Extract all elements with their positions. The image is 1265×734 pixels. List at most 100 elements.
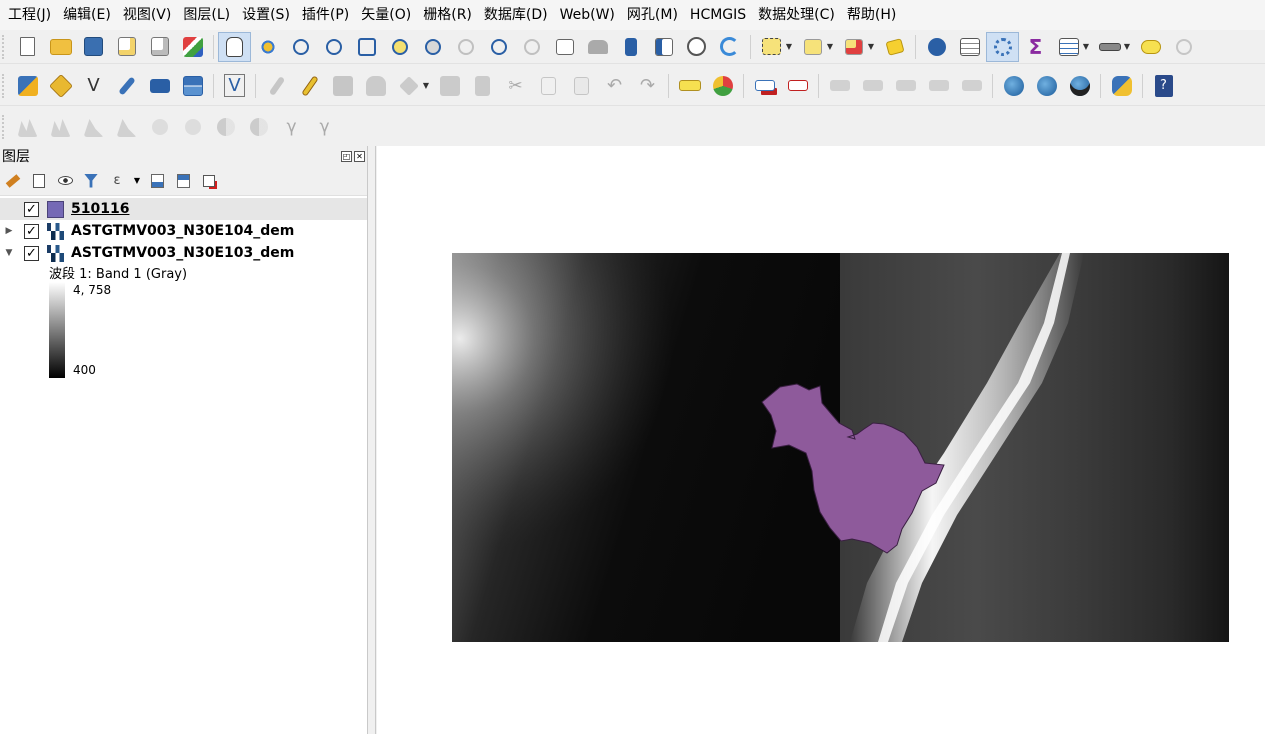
zoom-native-resolution-button[interactable] bbox=[449, 32, 482, 62]
menu-plugins[interactable]: 插件(P) bbox=[298, 0, 357, 30]
add-group-button[interactable] bbox=[28, 170, 50, 192]
zoom-out-button[interactable] bbox=[317, 32, 350, 62]
new-print-layout-button[interactable] bbox=[110, 32, 143, 62]
open-project-button[interactable] bbox=[44, 32, 77, 62]
current-edits-button[interactable]: V bbox=[218, 71, 251, 101]
close-panel-button[interactable]: ✕ bbox=[354, 150, 365, 162]
map-canvas[interactable] bbox=[377, 146, 1265, 734]
add-xyz-button[interactable] bbox=[1063, 71, 1096, 101]
zoom-in-button[interactable] bbox=[284, 32, 317, 62]
new-virtual-layer-button[interactable] bbox=[143, 71, 176, 101]
menu-edit[interactable]: 编辑(E) bbox=[59, 0, 119, 30]
toggle-editing-button[interactable] bbox=[260, 71, 293, 101]
show-hide-labels-button[interactable] bbox=[781, 71, 814, 101]
decrease-brightness-button[interactable] bbox=[176, 112, 209, 142]
menu-raster[interactable]: 栅格(R) bbox=[419, 0, 480, 30]
move-label-button[interactable] bbox=[823, 71, 856, 101]
rotate-label-button[interactable] bbox=[856, 71, 889, 101]
save-edits-button[interactable] bbox=[326, 71, 359, 101]
filter-expression-dropdown[interactable]: ▼ bbox=[132, 170, 142, 192]
collapse-all-button[interactable] bbox=[172, 170, 194, 192]
identify-features-button[interactable] bbox=[920, 32, 953, 62]
add-wms-button[interactable] bbox=[997, 71, 1030, 101]
save-project-button[interactable] bbox=[77, 32, 110, 62]
new-bookmark-button[interactable] bbox=[614, 32, 647, 62]
new-3d-map-view-button[interactable] bbox=[581, 32, 614, 62]
locator-button[interactable] bbox=[1167, 32, 1200, 62]
style-manager-button[interactable] bbox=[176, 32, 209, 62]
local-histogram-stretch-button[interactable] bbox=[11, 112, 44, 142]
pan-to-selection-button[interactable] bbox=[251, 32, 284, 62]
new-geopackage-layer-button[interactable] bbox=[44, 71, 77, 101]
menu-hcmgis[interactable]: HCMGIS bbox=[686, 0, 754, 30]
deselect-dropdown[interactable]: ▼ bbox=[866, 42, 876, 51]
redo-button[interactable]: ↷ bbox=[631, 71, 664, 101]
text-annotation-button[interactable] bbox=[1134, 32, 1167, 62]
increase-gamma-button[interactable]: γ bbox=[275, 112, 308, 142]
zoom-next-button[interactable] bbox=[515, 32, 548, 62]
toggle-editing-pencil-button[interactable] bbox=[293, 71, 326, 101]
measure-dropdown[interactable]: ▼ bbox=[1122, 42, 1132, 51]
collapse-arrow-icon[interactable]: ▼ bbox=[2, 248, 16, 258]
diagram-button[interactable] bbox=[706, 71, 739, 101]
menu-mesh[interactable]: 网孔(M) bbox=[623, 0, 686, 30]
data-source-manager-button[interactable] bbox=[11, 71, 44, 101]
menu-processing[interactable]: 数据处理(C) bbox=[754, 0, 843, 30]
layout-manager-button[interactable] bbox=[143, 32, 176, 62]
menu-layer[interactable]: 图层(L) bbox=[179, 0, 238, 30]
menu-web[interactable]: Web(W) bbox=[556, 0, 623, 30]
toolbox-button[interactable] bbox=[986, 31, 1019, 62]
expand-all-button[interactable] bbox=[146, 170, 168, 192]
layer-row-n30e103[interactable]: ▼ ✓ ASTGTMV003_N30E103_dem bbox=[0, 242, 367, 264]
decrease-contrast-button[interactable] bbox=[242, 112, 275, 142]
select-location-button[interactable] bbox=[878, 32, 911, 62]
pan-tool-button[interactable] bbox=[218, 31, 251, 62]
label-toolbar-button[interactable] bbox=[673, 71, 706, 101]
float-panel-button[interactable]: ◰ bbox=[341, 150, 352, 162]
python-console-button[interactable] bbox=[1105, 71, 1138, 101]
increase-brightness-button[interactable] bbox=[143, 112, 176, 142]
undo-button[interactable]: ↶ bbox=[598, 71, 631, 101]
new-map-view-button[interactable] bbox=[548, 32, 581, 62]
filter-expression-button[interactable]: ε bbox=[106, 170, 128, 192]
open-layer-styling-button[interactable] bbox=[2, 170, 24, 192]
pin-labels-button[interactable] bbox=[748, 71, 781, 101]
pin-diagram-button[interactable] bbox=[955, 71, 988, 101]
open-attribute-table-button[interactable] bbox=[953, 32, 986, 62]
select-features-dropdown[interactable]: ▼ bbox=[784, 42, 794, 51]
vertex-dropdown[interactable]: ▼ bbox=[421, 81, 431, 90]
zoom-to-layer-button[interactable] bbox=[416, 32, 449, 62]
toolbar-grip[interactable] bbox=[2, 73, 8, 98]
paste-features-button[interactable] bbox=[565, 71, 598, 101]
increase-contrast-button[interactable] bbox=[209, 112, 242, 142]
zoom-last-button[interactable] bbox=[482, 32, 515, 62]
new-project-button[interactable] bbox=[11, 32, 44, 62]
local-cumulative-cut-button[interactable] bbox=[77, 112, 110, 142]
remove-layer-button[interactable] bbox=[198, 170, 220, 192]
full-histogram-stretch-button[interactable] bbox=[44, 112, 77, 142]
copy-features-button[interactable] bbox=[532, 71, 565, 101]
menu-database[interactable]: 数据库(D) bbox=[480, 0, 556, 30]
change-label-button[interactable] bbox=[889, 71, 922, 101]
toolbar-grip[interactable] bbox=[2, 34, 8, 59]
refresh-button[interactable] bbox=[713, 32, 746, 62]
list-dropdown[interactable]: ▼ bbox=[1081, 42, 1091, 51]
layer-visibility-checkbox[interactable]: ✓ bbox=[24, 223, 39, 239]
select-value-dropdown[interactable]: ▼ bbox=[825, 42, 835, 51]
layer-row-n30e104[interactable]: ▶ ✓ ASTGTMV003_N30E104_dem bbox=[0, 220, 367, 242]
filter-legend-button[interactable] bbox=[80, 170, 102, 192]
expand-arrow-icon[interactable]: ▶ bbox=[2, 226, 16, 236]
delete-selected-button[interactable] bbox=[466, 71, 499, 101]
add-feature-button[interactable] bbox=[359, 71, 392, 101]
cut-features-button[interactable]: ✂ bbox=[499, 71, 532, 101]
zoom-full-button[interactable] bbox=[350, 32, 383, 62]
decrease-gamma-button[interactable]: γ bbox=[308, 112, 341, 142]
statistical-summary-button[interactable]: Σ bbox=[1019, 32, 1052, 62]
menu-view[interactable]: 视图(V) bbox=[119, 0, 180, 30]
menu-project[interactable]: 工程(J) bbox=[4, 0, 59, 30]
manage-map-themes-button[interactable] bbox=[54, 170, 76, 192]
panel-splitter[interactable] bbox=[368, 146, 376, 734]
layer-row-510116[interactable]: ✓ 510116 bbox=[0, 198, 367, 220]
temporal-controller-button[interactable] bbox=[680, 32, 713, 62]
modify-attributes-button[interactable] bbox=[433, 71, 466, 101]
